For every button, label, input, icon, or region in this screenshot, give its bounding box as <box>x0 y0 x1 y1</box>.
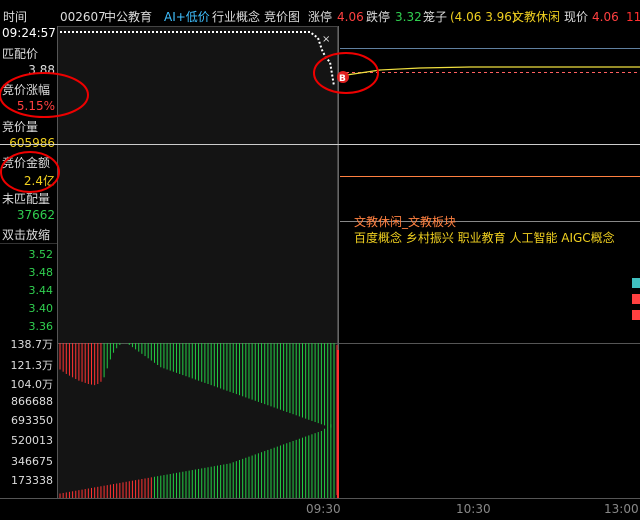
side-marker-cyan <box>632 278 640 288</box>
annotation-circle-amount <box>0 151 60 193</box>
side-marker-red-2 <box>632 310 640 320</box>
price-line <box>339 66 640 77</box>
auction-chart-frame <box>57 26 338 499</box>
sector-tags: 百度概念 乡村振兴 职业教育 人工智能 AIGC概念 <box>354 230 615 245</box>
b-marker-label: B <box>339 74 346 84</box>
close-x-icon: × <box>322 34 330 45</box>
sector-title: 文教休闲_文教板块 <box>354 214 456 229</box>
side-marker-red <box>632 294 640 304</box>
auction-chart[interactable]: × B 文教休闲_文教板块 百度概念 乡村振兴 职业教育 人工智能 AIGC概念 <box>0 0 640 520</box>
